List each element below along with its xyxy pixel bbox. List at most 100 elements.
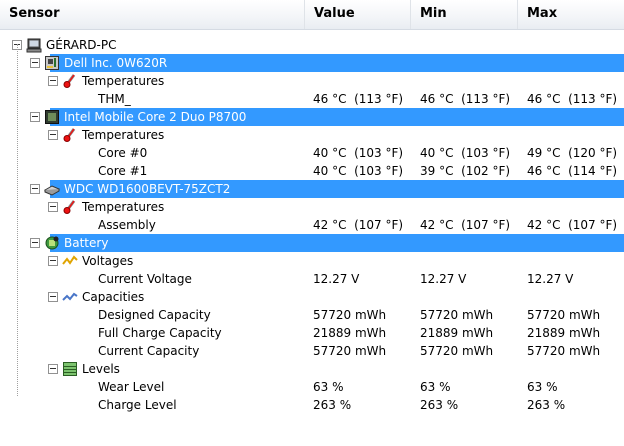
collapse-icon[interactable] <box>48 130 58 140</box>
group-node-label: Temperatures <box>82 128 165 142</box>
sensor-min: 57720 mWh <box>420 308 494 322</box>
device-node[interactable]: Intel Mobile Core 2 Duo P8700 <box>0 108 624 126</box>
sensor-max: 12.27 V <box>527 272 574 286</box>
header-value[interactable]: Value <box>305 0 411 29</box>
sensor-max: 57720 mWh <box>527 344 601 358</box>
device-node[interactable]: Battery <box>0 234 624 252</box>
column-header: Sensor Value Min Max <box>0 0 624 30</box>
group-node-label: Voltages <box>82 254 134 268</box>
voltage-icon <box>62 253 78 269</box>
sensor-value: 57720 mWh <box>313 308 387 322</box>
sensor-row-label: Designed Capacity <box>98 308 211 322</box>
sensor-row-label: Charge Level <box>98 398 177 412</box>
sensor-row-label: Current Capacity <box>98 344 200 358</box>
sensor-min: 63 % <box>420 380 451 394</box>
sensor-max: 46 °C (114 °F) <box>527 164 618 178</box>
group-node-label: Capacities <box>82 290 145 304</box>
sensor-max: 263 % <box>527 398 566 412</box>
sensor-row[interactable]: Charge Level 263 % 263 % 263 % <box>0 396 624 414</box>
sensor-row[interactable]: Current Voltage 12.27 V 12.27 V 12.27 V <box>0 270 624 288</box>
device-node-label: WDC WD1600BEVT-75ZCT2 <box>64 182 231 196</box>
sensor-row[interactable]: Full Charge Capacity 21889 mWh 21889 mWh 21… <box>0 324 624 342</box>
header-sensor[interactable]: Sensor <box>0 0 305 29</box>
group-node[interactable]: Levels <box>0 360 624 378</box>
root-node-label: GÉRARD-PC <box>46 38 117 52</box>
collapse-icon[interactable] <box>30 58 40 68</box>
collapse-icon[interactable] <box>30 238 40 248</box>
group-node-label: Temperatures <box>82 74 165 88</box>
device-node[interactable]: Dell Inc. 0W620R <box>0 54 624 72</box>
sensor-min: 46 °C (113 °F) <box>420 92 511 106</box>
sensor-value: 63 % <box>313 380 344 394</box>
sensor-value: 21889 mWh <box>313 326 387 340</box>
header-min[interactable]: Min <box>411 0 518 29</box>
sensor-max: 63 % <box>527 380 558 394</box>
sensor-value: 263 % <box>313 398 352 412</box>
sensor-row-label: THM_ <box>98 92 131 106</box>
sensor-min: 57720 mWh <box>420 344 494 358</box>
sensor-value: 12.27 V <box>313 272 360 286</box>
collapse-icon[interactable] <box>48 76 58 86</box>
root-node[interactable]: GÉRARD-PC <box>0 36 624 54</box>
sensor-row[interactable]: Current Capacity 57720 mWh 57720 mWh 57720 … <box>0 342 624 360</box>
thermometer-icon <box>62 73 78 89</box>
selection-highlight <box>50 234 624 252</box>
motherboard-icon <box>44 55 60 71</box>
collapse-icon[interactable] <box>30 112 40 122</box>
thermometer-icon <box>62 199 78 215</box>
collapse-icon[interactable] <box>48 364 58 374</box>
sensor-value: 42 °C (107 °F) <box>313 218 404 232</box>
levels-icon <box>62 361 78 377</box>
header-max[interactable]: Max <box>518 0 624 29</box>
collapse-icon[interactable] <box>48 256 58 266</box>
device-node[interactable]: WDC WD1600BEVT-75ZCT2 <box>0 180 624 198</box>
sensor-row-label: Core #1 <box>98 164 148 178</box>
sensor-row[interactable]: Assembly 42 °C (107 °F) 42 °C (107 °F) 42 °… <box>0 216 624 234</box>
sensor-row[interactable]: Core #1 40 °C (103 °F) 39 °C (102 °F) 46 °C… <box>0 162 624 180</box>
sensor-row[interactable]: Wear Level 63 % 63 % 63 % <box>0 378 624 396</box>
sensor-row[interactable]: THM_ 46 °C (113 °F) 46 °C (113 °F) 46 °C (1… <box>0 90 624 108</box>
collapse-icon[interactable] <box>30 184 40 194</box>
group-node-label: Levels <box>82 362 120 376</box>
sensor-row-label: Current Voltage <box>98 272 192 286</box>
group-node[interactable]: Voltages <box>0 252 624 270</box>
sensor-max: 21889 mWh <box>527 326 601 340</box>
group-node[interactable]: Capacities <box>0 288 624 306</box>
sensor-min: 40 °C (103 °F) <box>420 146 511 160</box>
capacity-icon <box>62 289 78 305</box>
sensor-row[interactable]: Designed Capacity 57720 mWh 57720 mWh 57720… <box>0 306 624 324</box>
sensor-value: 46 °C (113 °F) <box>313 92 404 106</box>
tree-line <box>17 44 18 396</box>
sensor-row-label: Core #0 <box>98 146 148 160</box>
device-node-label: Dell Inc. 0W620R <box>64 56 168 70</box>
sensor-max: 49 °C (120 °F) <box>527 146 618 160</box>
sensor-row-label: Full Charge Capacity <box>98 326 222 340</box>
sensor-row-label: Assembly <box>98 218 156 232</box>
cpu-icon <box>44 109 60 125</box>
device-node-label: Battery <box>64 236 109 250</box>
sensor-value: 40 °C (103 °F) <box>313 146 404 160</box>
sensor-min: 39 °C (102 °F) <box>420 164 511 178</box>
device-node-label: Intel Mobile Core 2 Duo P8700 <box>64 110 247 124</box>
sensor-min: 263 % <box>420 398 459 412</box>
computer-icon <box>26 37 42 53</box>
thermometer-icon <box>62 127 78 143</box>
sensor-value: 57720 mWh <box>313 344 387 358</box>
sensor-value: 40 °C (103 °F) <box>313 164 404 178</box>
group-node[interactable]: Temperatures <box>0 72 624 90</box>
sensor-min: 42 °C (107 °F) <box>420 218 511 232</box>
collapse-icon[interactable] <box>48 292 58 302</box>
sensor-max: 42 °C (107 °F) <box>527 218 618 232</box>
sensor-max: 46 °C (113 °F) <box>527 92 618 106</box>
group-node[interactable]: Temperatures <box>0 198 624 216</box>
sensor-row-label: Wear Level <box>98 380 165 394</box>
battery-icon <box>44 235 60 251</box>
sensor-row[interactable]: Core #0 40 °C (103 °F) 40 °C (103 °F) 49 °C… <box>0 144 624 162</box>
sensor-min: 12.27 V <box>420 272 467 286</box>
collapse-icon[interactable] <box>48 202 58 212</box>
sensor-max: 57720 mWh <box>527 308 601 322</box>
hard-drive-icon <box>43 181 61 197</box>
group-node-label: Temperatures <box>82 200 165 214</box>
group-node[interactable]: Temperatures <box>0 126 624 144</box>
sensor-min: 21889 mWh <box>420 326 494 340</box>
